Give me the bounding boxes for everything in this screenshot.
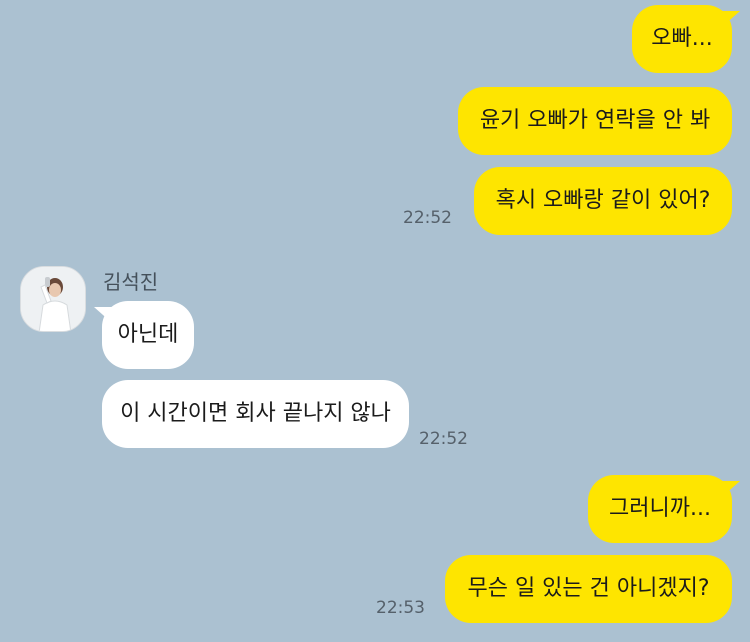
person-silhouette-icon [21,267,85,331]
message-bubble-sent[interactable]: 무슨 일 있는 건 아니겠지? [445,555,732,623]
chat-screen: { "colors": { "background": "#abc1d1", "… [0,0,750,642]
message-bubble-received[interactable]: 이 시간이면 회사 끝나지 않나 [102,380,409,448]
message-bubble-sent[interactable]: 오빠... [632,5,740,73]
message-bubble-sent[interactable]: 윤기 오빠가 연락을 안 봐 [458,87,732,155]
sender-name: 김석진 [103,270,159,294]
message-text: 무슨 일 있는 건 아니겠지? [467,576,710,601]
message-text: 혹시 오빠랑 같이 있어? [495,188,711,213]
message-text: 그러니까... [609,496,711,521]
bubble-tail [94,307,112,323]
message-bubble-sent[interactable]: 혹시 오빠랑 같이 있어? [474,167,732,235]
profile-photo-avatar[interactable] [20,266,86,332]
message-text: 윤기 오빠가 연락을 안 봐 [479,108,711,133]
message-bubble-received[interactable]: 아닌데 [94,301,194,369]
bubble-tail [722,11,740,27]
message-text: 아닌데 [117,322,179,347]
message-bubble-sent[interactable]: 그러니까... [588,475,740,543]
message-timestamp: 22:52 [419,429,468,449]
bubble-tail [722,481,740,497]
message-text: 이 시간이면 회사 끝나지 않나 [120,401,391,426]
message-text: 오빠... [651,26,713,51]
message-timestamp: 22:52 [403,208,452,228]
message-timestamp: 22:53 [376,598,425,618]
